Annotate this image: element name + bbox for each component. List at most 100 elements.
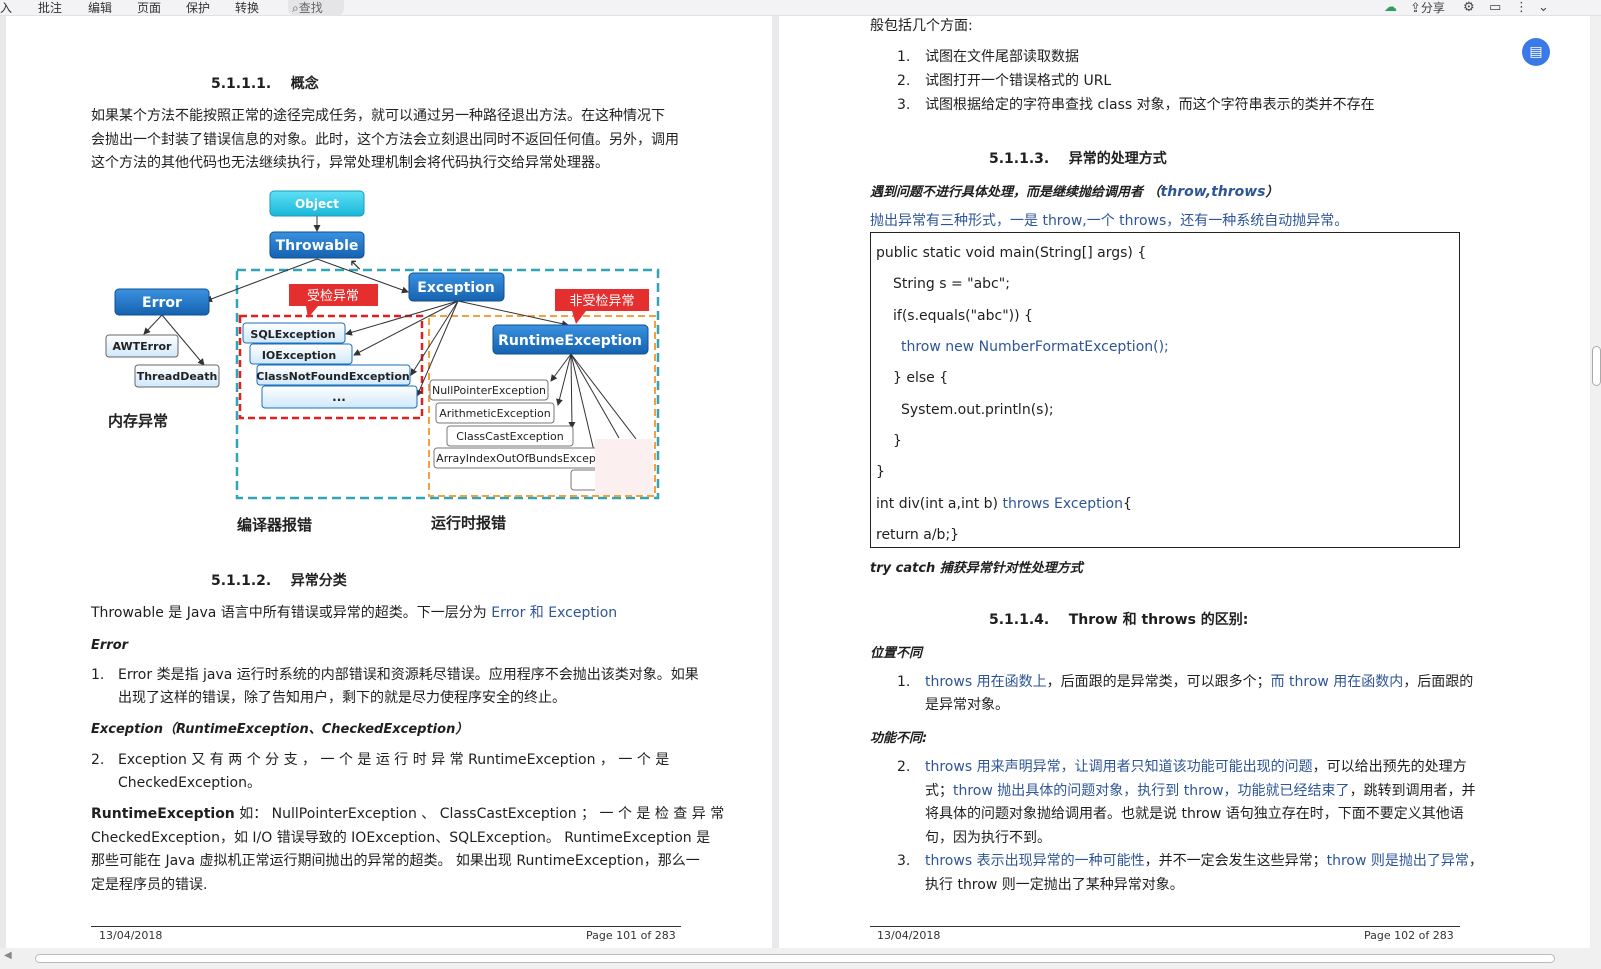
code-line: } else { — [893, 370, 949, 386]
tab-insert[interactable]: 入 — [0, 0, 12, 16]
code-line: int div(int a,int b) throws Exception{ — [876, 492, 1132, 516]
paragraph-line: Throwable 是 Java 语言中所有错误或异常的超类。下一层分为 Err… — [91, 601, 617, 625]
subheading: 遇到问题不进行具体处理，而是继续抛给调用者 （throw,throws） — [870, 180, 1279, 205]
chevron-down-icon[interactable]: ⌄ — [1538, 0, 1549, 16]
code-text: int div(int a,int b) — [876, 496, 1003, 512]
highlight-text: throw 抛出具体的问题对象，执行到 throw，功能就已经结束了 — [953, 783, 1350, 799]
list-number: 3. — [897, 853, 911, 869]
cloud-sync-icon[interactable]: ☁ — [1384, 0, 1397, 16]
footer-page: Page 102 of 283 — [1364, 929, 1454, 942]
more-icon[interactable]: ⋮ — [1515, 0, 1528, 16]
list-item-line: 将具体的问题对象抛给调用者。也就是说 throw 语句独立存在时，下面不要定义其… — [925, 806, 1464, 822]
list-number: 1. — [897, 49, 911, 65]
subheading: 功能不同: — [870, 731, 928, 746]
list-item-line: CheckedException。 — [118, 775, 261, 791]
list-item-line: Exception 又 有 两 个 分 支 ， 一 个 是 运 行 时 异 常 … — [118, 752, 670, 768]
comment-icon[interactable]: ▭ — [1489, 0, 1501, 16]
node-classnotfoundexception-label: ClassNotFoundException — [256, 370, 409, 383]
code-line: } — [893, 433, 902, 449]
tab-protect[interactable]: 保护 — [186, 0, 210, 16]
image-overlay — [595, 439, 653, 495]
code-keyword: throws Exception — [1002, 496, 1123, 512]
node-classcast-label: ClassCastException — [456, 430, 564, 443]
search-label: 查找 — [298, 1, 323, 15]
vertical-scroll-thumb[interactable] — [1592, 346, 1601, 386]
list-text: ，可以给出预先的处理方 — [1312, 759, 1467, 775]
subheading: 位置不同 — [870, 646, 923, 661]
section-heading: 5.1.1.3. 异常的处理方式 — [989, 151, 1167, 167]
node-nullpointer-label: NullPointerException — [432, 384, 546, 397]
toolbar: 入 批注 编辑 页面 保护 转换 ⌕查找 ☁ ⇪分享 ⚙ ▭ ⋮ ⌄ — [0, 0, 1601, 16]
node-arithmetic-label: ArithmeticException — [439, 407, 550, 420]
list-item-line: 式；throw 抛出具体的问题对象，执行到 throw，功能就已经结束了，跳转到… — [925, 779, 1476, 803]
code-line: public static void main(String[] args) { — [876, 245, 1147, 261]
vertical-scrollbar[interactable] — [1590, 16, 1601, 948]
list-item-line: 试图在文件尾部读取数据 — [925, 49, 1079, 65]
share-button[interactable]: ⇪分享 — [1410, 0, 1445, 17]
checked-tag-label: 受检异常 — [307, 289, 359, 304]
highlight-text: 而 throw 用在函数内 — [1270, 674, 1404, 690]
list-item-line: 试图打开一个错误格式的 URL — [925, 73, 1112, 89]
code-line: } — [876, 464, 885, 480]
runtime-error-label: 运行时报错 — [431, 514, 506, 532]
footer-rule — [870, 926, 1460, 927]
highlight-text: throws 用在函数上 — [925, 674, 1047, 690]
section-heading: 5.1.1.4. Throw 和 throws 的区别: — [989, 612, 1249, 628]
paragraph-line: 般包括几个方面: — [870, 18, 973, 34]
horizontal-scroll-thumb[interactable] — [35, 954, 1555, 963]
share-icon: ⇪ — [1410, 1, 1421, 16]
list-number: 1. — [91, 667, 105, 683]
share-label: 分享 — [1420, 1, 1445, 15]
list-text: ，后面跟的是异常类，可以跟多个； — [1046, 674, 1271, 690]
settings-icon[interactable]: ⚙ — [1463, 0, 1475, 16]
list-item-line: 是异常对象。 — [925, 697, 1009, 713]
footer-page: Page 101 of 283 — [586, 929, 676, 942]
node-throwable-label: Throwable — [276, 238, 359, 254]
list-item-line: throws 用在函数上，后面跟的是异常类，可以跟多个；而 throw 用在函数… — [925, 670, 1473, 694]
list-item-line: 句，因为执行不到。 — [925, 830, 1051, 846]
list-item-line: 出现了这样的错误，除了告知用户，剩下的就是尽力使程序安全的终止。 — [118, 690, 566, 706]
list-item-line: throws 表示出现异常的一种可能性，并不一定会发生这些异常；throw 则是… — [925, 849, 1483, 873]
bold-term: RuntimeException — [91, 806, 235, 822]
tab-annotate[interactable]: 批注 — [38, 0, 62, 16]
compile-error-label: 编译器报错 — [237, 516, 312, 534]
node-ioexception-label: IOException — [262, 349, 336, 362]
search-button[interactable]: ⌕查找 — [288, 0, 344, 16]
code-line: System.out.println(s); — [901, 402, 1054, 418]
subheading-keyword: throw,throws — [1160, 184, 1266, 200]
footer-date: 13/04/2018 — [99, 929, 163, 942]
list-item-line: Error 类是指 java 运行时系统的内部错误和资源耗尽错误。应用程序不会抛… — [118, 667, 699, 683]
memory-exception-label: 内存异常 — [108, 412, 168, 430]
list-text: ，跳转到调用者，并 — [1349, 783, 1476, 799]
document-page-left: 5.1.1.1. 概念 如果某个方法不能按照正常的途径完成任务，就可以通过另一种… — [6, 16, 772, 948]
document-page-right: 般包括几个方面: 1. 试图在文件尾部读取数据 2. 试图打开一个错误格式的 U… — [779, 16, 1590, 948]
list-item-line: throws 用来声明异常，让调用者只知道该功能可能出现的问题，可以给出预先的处… — [925, 755, 1467, 779]
highlight-text: throws 表示出现异常的一种可能性 — [925, 853, 1145, 869]
tab-convert[interactable]: 转换 — [235, 0, 259, 16]
tab-page[interactable]: 页面 — [137, 0, 161, 16]
list-number: 1. — [897, 674, 911, 690]
scroll-left-icon[interactable]: ◀ — [4, 950, 12, 961]
node-object-label: Object — [295, 197, 339, 211]
highlight-text: throw 则是抛出了异常 — [1326, 853, 1469, 869]
node-arrayindex-label: ArrayIndexOutOfBundsExcep — [436, 452, 596, 465]
subheading-text: 遇到问题不进行具体处理，而是继续抛给调用者 （ — [870, 185, 1161, 200]
node-runtimeexception-label: RuntimeException — [498, 333, 642, 349]
tab-edit[interactable]: 编辑 — [88, 0, 112, 16]
floating-tool-button[interactable]: ▤ — [1522, 38, 1550, 66]
list-item-line: 执行 throw 则一定抛出了某种异常对象。 — [925, 877, 1184, 893]
unchecked-tag-label: 非受检异常 — [569, 294, 634, 309]
document-tool-icon: ▤ — [1529, 44, 1543, 60]
code-line: String s = "abc"; — [893, 276, 1010, 292]
node-more-checked-label: ... — [332, 390, 346, 404]
paragraph-text: 如： NullPointerException 、 ClassCastExcep… — [234, 806, 725, 822]
link-text: Error 和 Exception — [491, 605, 618, 621]
highlight-text: throws 用来声明异常，让调用者只知道该功能可能出现的问题 — [925, 759, 1313, 775]
code-text: { — [1122, 496, 1132, 512]
list-text: ， — [1468, 853, 1483, 869]
code-line: if(s.equals("abc")) { — [893, 308, 1033, 324]
subheading: Exception（RuntimeException、CheckedExcept… — [91, 722, 469, 737]
list-text: 式； — [925, 783, 953, 799]
subheading: try catch 捕获异常针对性处理方式 — [870, 561, 1083, 576]
paragraph-text: Throwable 是 Java 语言中所有错误或异常的超类。下一层分为 — [91, 605, 492, 621]
